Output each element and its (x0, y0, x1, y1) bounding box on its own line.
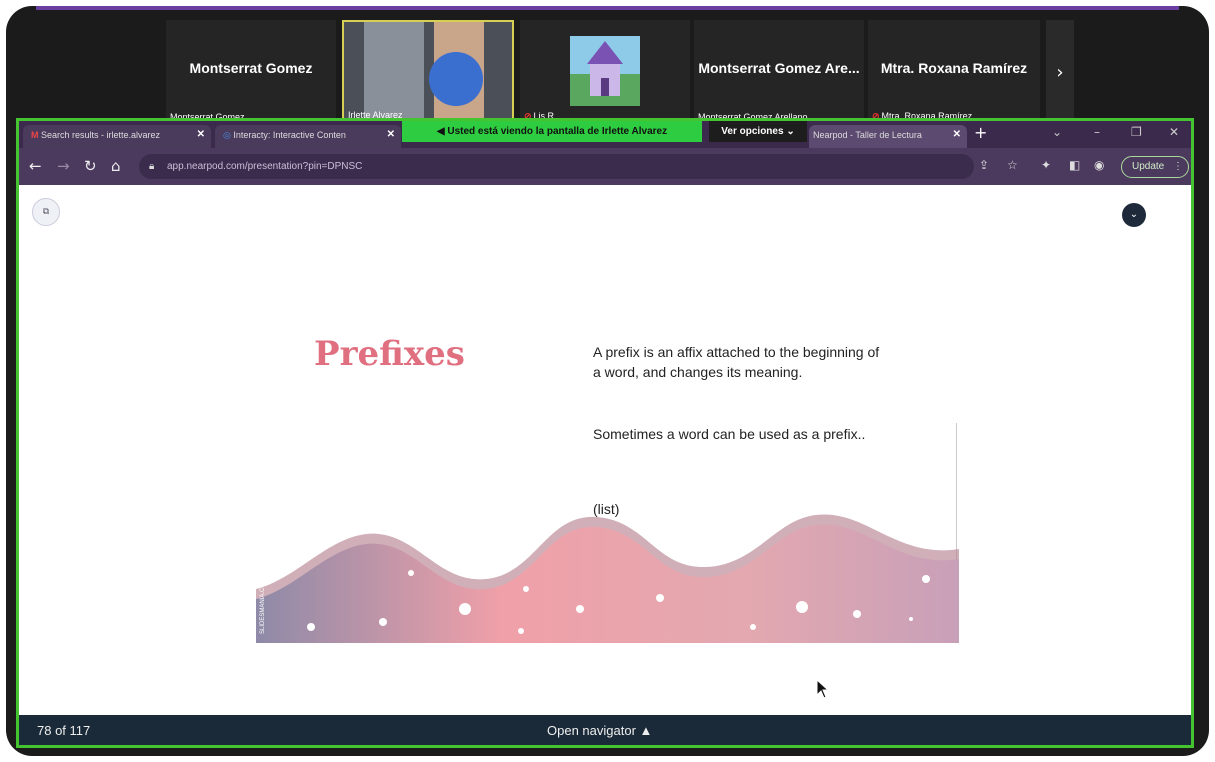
forward-arrow-icon[interactable]: → (57, 157, 70, 175)
share-banner-text: Usted está viendo la pantalla de Irlette… (447, 126, 668, 137)
update-label: Update (1132, 161, 1165, 172)
slide-title: Prefixes (314, 334, 465, 374)
gmail-icon: M (31, 130, 39, 140)
url-text: app.nearpod.com/presentation?pin=DPNSC (167, 161, 363, 172)
participant-tile-5[interactable]: Mtra. Roxana Ramírez ⊘ Mtra. Roxana Ramír… (868, 20, 1040, 124)
slide-body-note: Sometimes a word can be used as a prefix… (593, 426, 866, 442)
chevron-right-icon: › (1056, 61, 1064, 83)
participant-video (344, 22, 512, 122)
close-tab-icon[interactable]: ✕ (387, 129, 395, 140)
lock-icon: 🔒︎ (149, 161, 155, 172)
home-icon[interactable]: ⌂ (111, 157, 121, 175)
participant-tile-3[interactable]: ⊘ Lis R (520, 20, 690, 124)
collapse-chevron-icon[interactable]: ⌄ (1122, 203, 1146, 227)
browser-tab-bar: M Search results - irlette.alvarez ✕ ◎ I… (19, 121, 1191, 148)
tab-label: Search results - irlette.alvarez (41, 130, 161, 140)
slide-counter: 78 of 117 (37, 723, 91, 738)
tab-gmail[interactable]: M Search results - irlette.alvarez ✕ (23, 125, 211, 148)
tab-nearpod[interactable]: Nearpod - Taller de Lectura ✕ (809, 125, 967, 148)
tab-label: Interacty: Interactive Conten (233, 130, 346, 140)
screen-share-banner: ◀ Usted está viendo la pantalla de Irlet… (402, 121, 702, 142)
minimize-icon[interactable]: – (1094, 125, 1100, 139)
participant-name-large: Montserrat Gomez Are... (698, 60, 860, 76)
participant-name-large: Montserrat Gomez (189, 60, 313, 76)
side-panel-icon[interactable]: ◧ (1069, 158, 1080, 172)
mouse-pointer-icon (816, 679, 830, 699)
address-bar-row: ← → ↻ ⌂ 🔒︎ app.nearpod.com/presentation?… (19, 148, 1191, 185)
chevron-down-icon: ⌄ (786, 126, 795, 137)
share-icon[interactable]: ⇪ (979, 158, 989, 172)
profile-avatar-icon[interactable]: ◉ (1094, 158, 1104, 172)
restore-icon[interactable]: ❐ (1131, 125, 1142, 139)
view-options-label: Ver opciones (721, 126, 784, 137)
zoom-meeting-window: Montserrat Gomez Montserrat Gomez Irlett… (6, 6, 1209, 756)
shared-screen: M Search results - irlette.alvarez ✕ ◎ I… (16, 118, 1194, 748)
interacty-icon: ◎ (223, 130, 231, 140)
speaker-icon: ◀ (436, 126, 445, 137)
reload-icon[interactable]: ↻ (84, 157, 97, 175)
participant-tile-1[interactable]: Montserrat Gomez Montserrat Gomez (166, 20, 336, 124)
slide: Prefixes A prefix is an affix attached t… (256, 273, 959, 643)
url-input[interactable]: 🔒︎ app.nearpod.com/presentation?pin=DPNS… (139, 154, 974, 179)
castle-avatar-icon (570, 36, 640, 106)
back-arrow-icon[interactable]: ← (29, 157, 42, 175)
close-tab-icon[interactable]: ✕ (953, 129, 961, 140)
slide-body-definition: A prefix is an affix attached to the beg… (593, 344, 880, 380)
new-tab-plus-icon[interactable]: + (974, 123, 987, 142)
tab-interacty[interactable]: ◎ Interacty: Interactive Conten ✕ (215, 125, 401, 148)
participant-name-large: Mtra. Roxana Ramírez (880, 60, 1028, 76)
participant-tile-2[interactable]: Irlette Alvarez (342, 20, 514, 124)
open-navigator-button[interactable]: Open navigator ▲ (547, 723, 652, 738)
decorative-wave: SLIDESMANIA.COM (256, 514, 959, 643)
bookmark-star-icon[interactable]: ☆ (1007, 158, 1018, 172)
participant-tile-4[interactable]: Montserrat Gomez Are... Montserrat Gomez… (694, 20, 864, 124)
close-window-icon[interactable]: ✕ (1169, 125, 1179, 139)
kebab-menu-icon: ⋮ (1173, 161, 1184, 172)
tab-label: Nearpod - Taller de Lectura (813, 130, 922, 140)
tab-search-chevron-icon[interactable]: ⌄ (1052, 125, 1062, 139)
update-button[interactable]: Update ⋮ (1121, 156, 1189, 178)
slide-credit: SLIDESMANIA.COM (260, 578, 266, 634)
extensions-icon[interactable]: ✦ (1041, 158, 1051, 172)
nearpod-presentation: ⧉ ⌄ Prefixes A prefix is an affix attach… (19, 185, 1191, 715)
nearpod-footer: 78 of 117 Open navigator ▲ (19, 715, 1191, 745)
student-view-icon[interactable]: ⧉ (32, 198, 60, 226)
view-options-button[interactable]: Ver opciones ⌄ (709, 121, 807, 142)
close-tab-icon[interactable]: ✕ (197, 129, 205, 140)
next-participants-button[interactable]: › (1046, 20, 1074, 124)
